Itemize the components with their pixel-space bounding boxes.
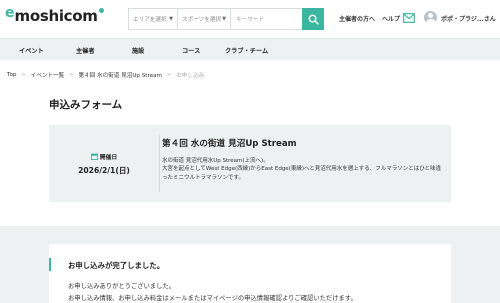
completion-details: お申し込み情報、お申し込み料金はメールまたはマイページの申込情報確認よりご確認い… <box>68 295 357 302</box>
date-label: 開催日 <box>99 154 118 161</box>
event-date: 2026/2/1(日) <box>78 165 130 175</box>
area-select-label: エリアを選択 <box>133 17 167 23</box>
main-nav: イベント 主催者 施設 コース クラブ・チーム <box>0 38 500 60</box>
chevron-right-icon: > <box>167 72 172 78</box>
chevron-right-icon: > <box>21 72 26 78</box>
sport-select[interactable]: スポーツを選択 ▼ <box>178 9 231 29</box>
event-desc-line2: 大宮を起点としてWest Edge(西縁)からEast Edge(東縁)へと見沼… <box>162 166 442 181</box>
user-menu[interactable]: ポポ・プラジ...さん <box>441 14 496 23</box>
organizer-link[interactable]: 主催者の方へ <box>339 14 375 23</box>
event-title: 第４回 水の街道 見沼Up Stream <box>162 139 297 149</box>
divider <box>159 135 160 192</box>
accent-bar <box>49 258 51 271</box>
breadcrumb-event[interactable]: 第４回 水の街道 見沼Up Stream <box>78 71 162 79</box>
event-description: 水の街道 見沼代用水Up Stream(上流へ)。 大宮を起点としてWest E… <box>162 157 442 182</box>
calendar-icon <box>90 152 98 160</box>
search-icon <box>308 14 319 25</box>
search-bar: エリアを選択 ▼ スポーツを選択 ▼ キーワード <box>128 8 302 30</box>
nav-item-events[interactable]: イベント <box>19 46 44 55</box>
nav-item-facilities[interactable]: 施設 <box>132 46 144 55</box>
avatar[interactable] <box>424 11 437 24</box>
logo-dot <box>98 8 104 13</box>
completion-message: お申し込みありがとうございました。 <box>68 283 176 290</box>
event-desc-line1: 水の街道 見沼代用水Up Stream(上流へ)。 <box>162 158 269 164</box>
breadcrumb: Top > イベント一覧 > 第４回 水の街道 見沼Up Stream > お申… <box>7 71 204 79</box>
event-date-block: 開催日 2026/2/1(日) <box>49 125 159 202</box>
moshicom-logo[interactable]: e moshicom <box>5 5 104 31</box>
nav-item-clubs[interactable]: クラブ・チーム <box>225 46 268 55</box>
chevron-down-icon: ▼ <box>222 16 226 22</box>
keyword-placeholder: キーワード <box>236 17 264 23</box>
sport-select-label: スポーツを選択 <box>182 17 222 23</box>
nav-item-courses[interactable]: コース <box>182 46 200 55</box>
breadcrumb-top[interactable]: Top <box>7 72 16 78</box>
date-label-row: 開催日 <box>90 152 118 161</box>
page-title: 申込みフォーム <box>49 99 123 111</box>
logo-e: e <box>5 5 15 21</box>
help-link[interactable]: ヘルプ <box>382 14 400 23</box>
search-button[interactable] <box>302 8 324 30</box>
area-select[interactable]: エリアを選択 ▼ <box>129 9 178 29</box>
chevron-down-icon: ▼ <box>169 16 173 22</box>
logo-text: moshicom <box>14 7 98 25</box>
site-header: e moshicom エリアを選択 ▼ スポーツを選択 ▼ キーワード 主催者の… <box>0 0 500 38</box>
nav-item-organizers[interactable]: 主催者 <box>76 46 95 55</box>
keyword-input[interactable]: キーワード <box>231 9 302 29</box>
chevron-right-icon: > <box>69 72 74 78</box>
event-summary-card: 開催日 2026/2/1(日) 第４回 水の街道 見沼Up Stream 水の街… <box>49 125 451 202</box>
breadcrumb-current: お申し込み <box>176 73 205 79</box>
mail-icon[interactable] <box>403 13 415 23</box>
breadcrumb-event-list[interactable]: イベント一覧 <box>31 71 65 79</box>
completion-title: お申し込みが完了しました。 <box>68 261 165 270</box>
completion-notice: お申し込みが完了しました。 お申し込みありがとうございました。 お申し込み情報、… <box>49 244 451 303</box>
